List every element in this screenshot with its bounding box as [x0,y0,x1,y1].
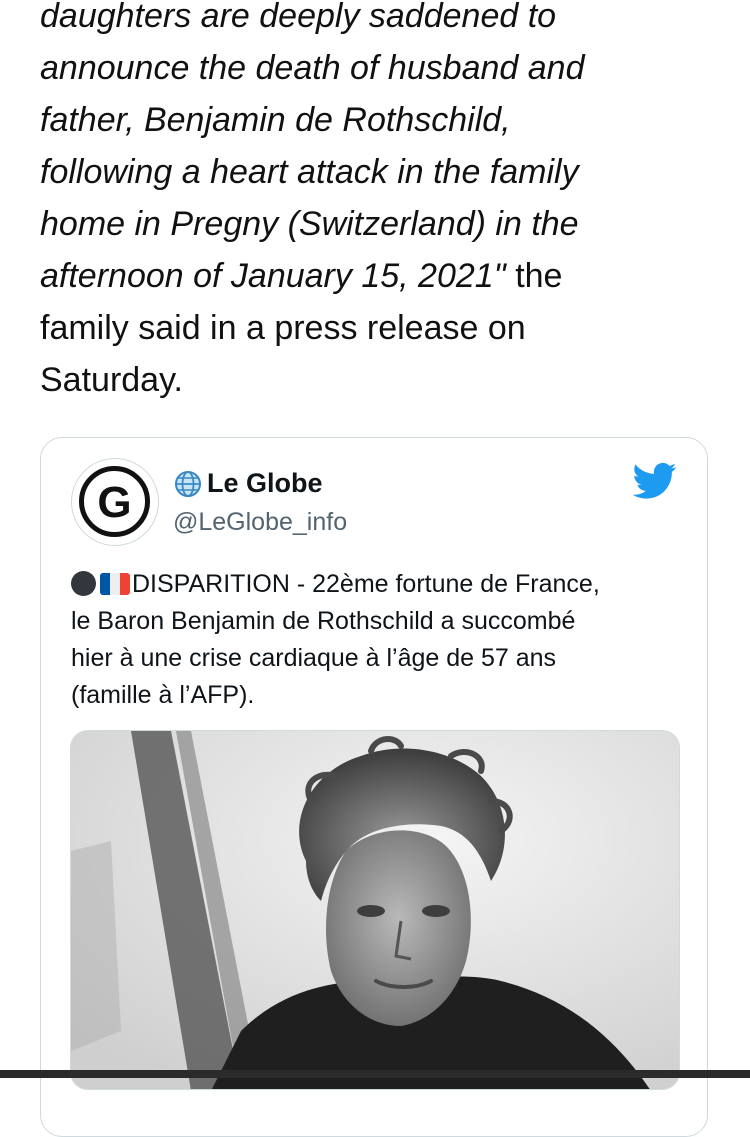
article-text: daughters are deeply saddened to announc… [40,0,710,406]
tweet-text-line-3: hier à une crise cardiaque à l’âge de 57… [71,644,557,672]
article-line-6: afternoon of January 15, 2021" the [40,250,710,302]
article-line-5: home in Pregny (Switzerland) in the [40,205,579,243]
article-line-8: Saturday. [40,361,184,399]
article-line-2: announce the death of husband and [40,49,585,87]
article-line-6-tail: the [505,257,563,295]
article-line-6-quote: afternoon of January 15, 2021" [40,257,506,295]
article-line-3: father, Benjamin de Rothschild, [40,101,511,139]
tweet-text-line-2: le Baron Benjamin de Rothschild a succom… [71,607,576,635]
tweet-author[interactable]: Le Globe [173,468,323,499]
tweet-text: DISPARITION - 22ème fortune de France, l… [71,566,691,714]
display-name: Le Globe [207,468,323,498]
bottom-bar [0,1070,750,1078]
embedded-tweet[interactable]: G Le Globe @LeGlobe_info DISPARITION - 2… [40,437,708,1137]
avatar[interactable]: G [71,458,159,546]
globe-icon [175,470,201,497]
black-circle-emoji [71,571,96,596]
tweet-text-line-1: DISPARITION - 22ème fortune de France, [71,566,691,603]
article-line-1: daughters are deeply saddened to [40,0,557,35]
article-line-7: family said in a press release on [40,309,526,347]
svg-text:G: G [97,478,131,527]
twitter-bird-icon[interactable] [633,462,677,500]
article-line-4: following a heart attack in the family [40,153,579,191]
france-flag-icon [100,573,130,595]
tweet-text-line-4: (famille à l’AFP). [71,681,255,709]
tweet-photo[interactable] [70,730,680,1090]
le-globe-logo-icon: G [79,466,150,537]
portrait-photo [71,731,679,1089]
tweet-handle[interactable]: @LeGlobe_info [173,508,347,537]
tweet-text-line-1-content: DISPARITION - 22ème fortune de France, [132,570,600,598]
